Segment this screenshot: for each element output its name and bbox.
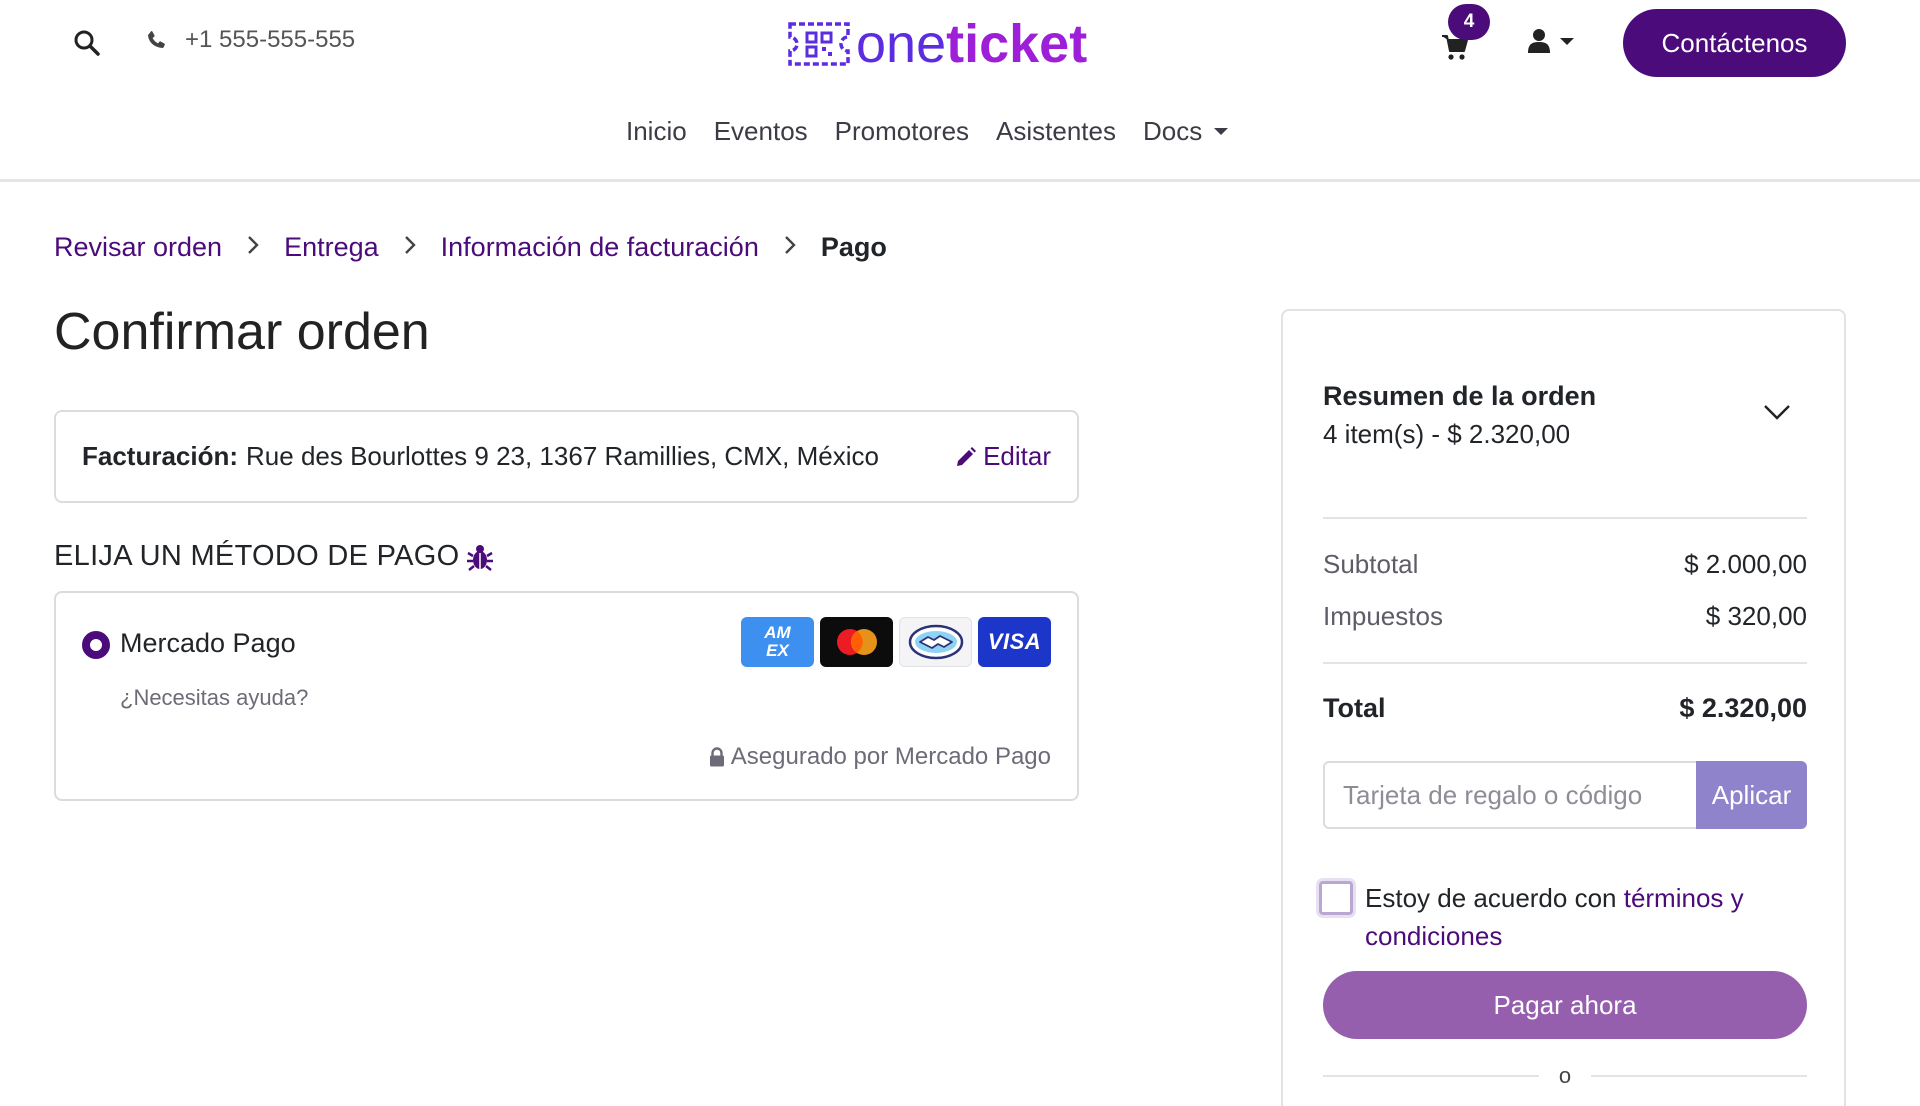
billing-summary: Facturación: Rue des Bourlottes 9 23, 13…: [54, 410, 1079, 503]
bug-icon[interactable]: [467, 543, 494, 571]
user-menu[interactable]: [1528, 28, 1574, 54]
chevron-right-icon: [379, 232, 441, 263]
caret-down-icon: [1214, 128, 1229, 135]
gift-card-input[interactable]: [1323, 761, 1696, 829]
billing-label: Facturación:: [82, 441, 239, 471]
breadcrumb-pago: Pago: [820, 232, 887, 262]
amex-text: AM EX: [764, 623, 791, 660]
subtotal-row: Subtotal $ 2.000,00: [1323, 549, 1807, 580]
mercadopago-icon: [899, 617, 972, 667]
summary-toggle[interactable]: [1762, 403, 1792, 426]
order-summary: Resumen de la orden 4 item(s) - $ 2.320,…: [1281, 309, 1846, 1106]
contact-button[interactable]: Contáctenos: [1623, 9, 1846, 77]
pay-now-button[interactable]: Pagar ahora: [1323, 971, 1807, 1039]
divider-line: [1323, 1075, 1539, 1077]
pencil-icon: [957, 446, 977, 466]
divider: [1323, 662, 1807, 664]
nav-item-docs[interactable]: Docs: [1143, 116, 1229, 147]
summary-items-count: 4 item(s) - $ 2.320,00: [1323, 419, 1571, 449]
terms-text: Estoy de acuerdo con términos y condicio…: [1365, 879, 1809, 955]
search-icon: [74, 30, 100, 56]
summary-title: Resumen de la orden: [1323, 381, 1597, 411]
breadcrumb: Revisar orden Entrega Información de fac…: [54, 232, 887, 263]
visa-icon: VISA: [978, 617, 1051, 667]
total-value: $ 2.320,00: [1679, 693, 1807, 723]
breadcrumb-facturacion[interactable]: Información de facturación: [441, 232, 759, 263]
nav-item-inicio[interactable]: Inicio: [626, 116, 687, 147]
logo-one: one: [856, 14, 947, 74]
site-logo[interactable]: oneticket: [786, 14, 1087, 74]
edit-label: Editar: [983, 441, 1051, 471]
secured-note: Asegurado por Mercado Pago: [709, 743, 1051, 771]
chevron-down-icon: [1764, 405, 1790, 420]
user-icon: [1528, 29, 1550, 53]
card-logos: AM EX VISA: [741, 617, 1051, 667]
subtotal-value: $ 2.000,00: [1684, 549, 1807, 579]
nav-item-promotores[interactable]: Promotores: [835, 116, 969, 147]
page-title: Confirmar orden: [54, 303, 430, 361]
taxes-value: $ 320,00: [1705, 601, 1807, 631]
gift-card-form: Aplicar: [1323, 761, 1807, 829]
phone-icon: [148, 31, 165, 48]
lock-icon: [709, 747, 724, 767]
or-divider: o: [1323, 1063, 1807, 1089]
subtotal-label: Subtotal: [1323, 549, 1419, 579]
chevron-down-icon: [1560, 37, 1574, 45]
phone-number: +1 555-555-555: [185, 26, 356, 53]
total-row: Total $ 2.320,00: [1323, 693, 1807, 724]
cart-count-badge: 4: [1448, 4, 1490, 40]
payment-method-heading: ELIJA UN MÉTODO DE PAGO: [54, 540, 494, 573]
phone-contact[interactable]: +1 555-555-555: [145, 26, 355, 54]
terms-agreement: Estoy de acuerdo con términos y condicio…: [1319, 879, 1809, 955]
taxes-label: Impuestos: [1323, 601, 1443, 631]
search-button[interactable]: [70, 26, 104, 60]
mercado-pago-radio[interactable]: [82, 631, 110, 659]
total-label: Total: [1323, 693, 1386, 723]
help-link[interactable]: ¿Necesitas ayuda?: [120, 685, 308, 711]
terms-prefix: Estoy de acuerdo con: [1365, 883, 1624, 913]
mastercard-icon: [820, 617, 893, 667]
secured-text: Asegurado por Mercado Pago: [730, 743, 1051, 770]
taxes-row: Impuestos $ 320,00: [1323, 601, 1807, 632]
divider: [1323, 517, 1807, 519]
nav-item-eventos[interactable]: Eventos: [714, 116, 808, 147]
or-text: o: [1558, 1063, 1572, 1088]
billing-address: Rue des Bourlottes 9 23, 1367 Ramillies,…: [246, 441, 879, 471]
payment-heading-text: ELIJA UN MÉTODO DE PAGO: [54, 540, 460, 572]
main-nav: Inicio Eventos Promotores Asistentes Doc…: [626, 116, 1229, 147]
amex-icon: AM EX: [741, 617, 814, 667]
logo-wordmark: oneticket: [856, 14, 1087, 74]
edit-billing-link[interactable]: Editar: [955, 441, 1051, 472]
breadcrumb-entrega[interactable]: Entrega: [284, 232, 379, 263]
payment-method-card: Mercado Pago ¿Necesitas ayuda? AM EX VIS…: [54, 591, 1079, 801]
apply-button[interactable]: Aplicar: [1696, 761, 1807, 829]
nav-item-asistentes[interactable]: Asistentes: [996, 116, 1116, 147]
divider-line: [1591, 1075, 1807, 1077]
terms-checkbox[interactable]: [1319, 881, 1353, 915]
visa-text: VISA: [987, 629, 1042, 654]
ticket-qr-icon: [788, 22, 850, 66]
chevron-right-icon: [222, 232, 284, 263]
logo-ticket: ticket: [946, 14, 1088, 74]
breadcrumb-revisar-orden[interactable]: Revisar orden: [54, 232, 222, 263]
payment-method-name[interactable]: Mercado Pago: [120, 628, 296, 659]
chevron-right-icon: [759, 232, 821, 263]
site-header: +1 555-555-555 oneticket 4 Contáctenos I…: [0, 0, 1920, 182]
nav-docs-label: Docs: [1143, 116, 1203, 146]
